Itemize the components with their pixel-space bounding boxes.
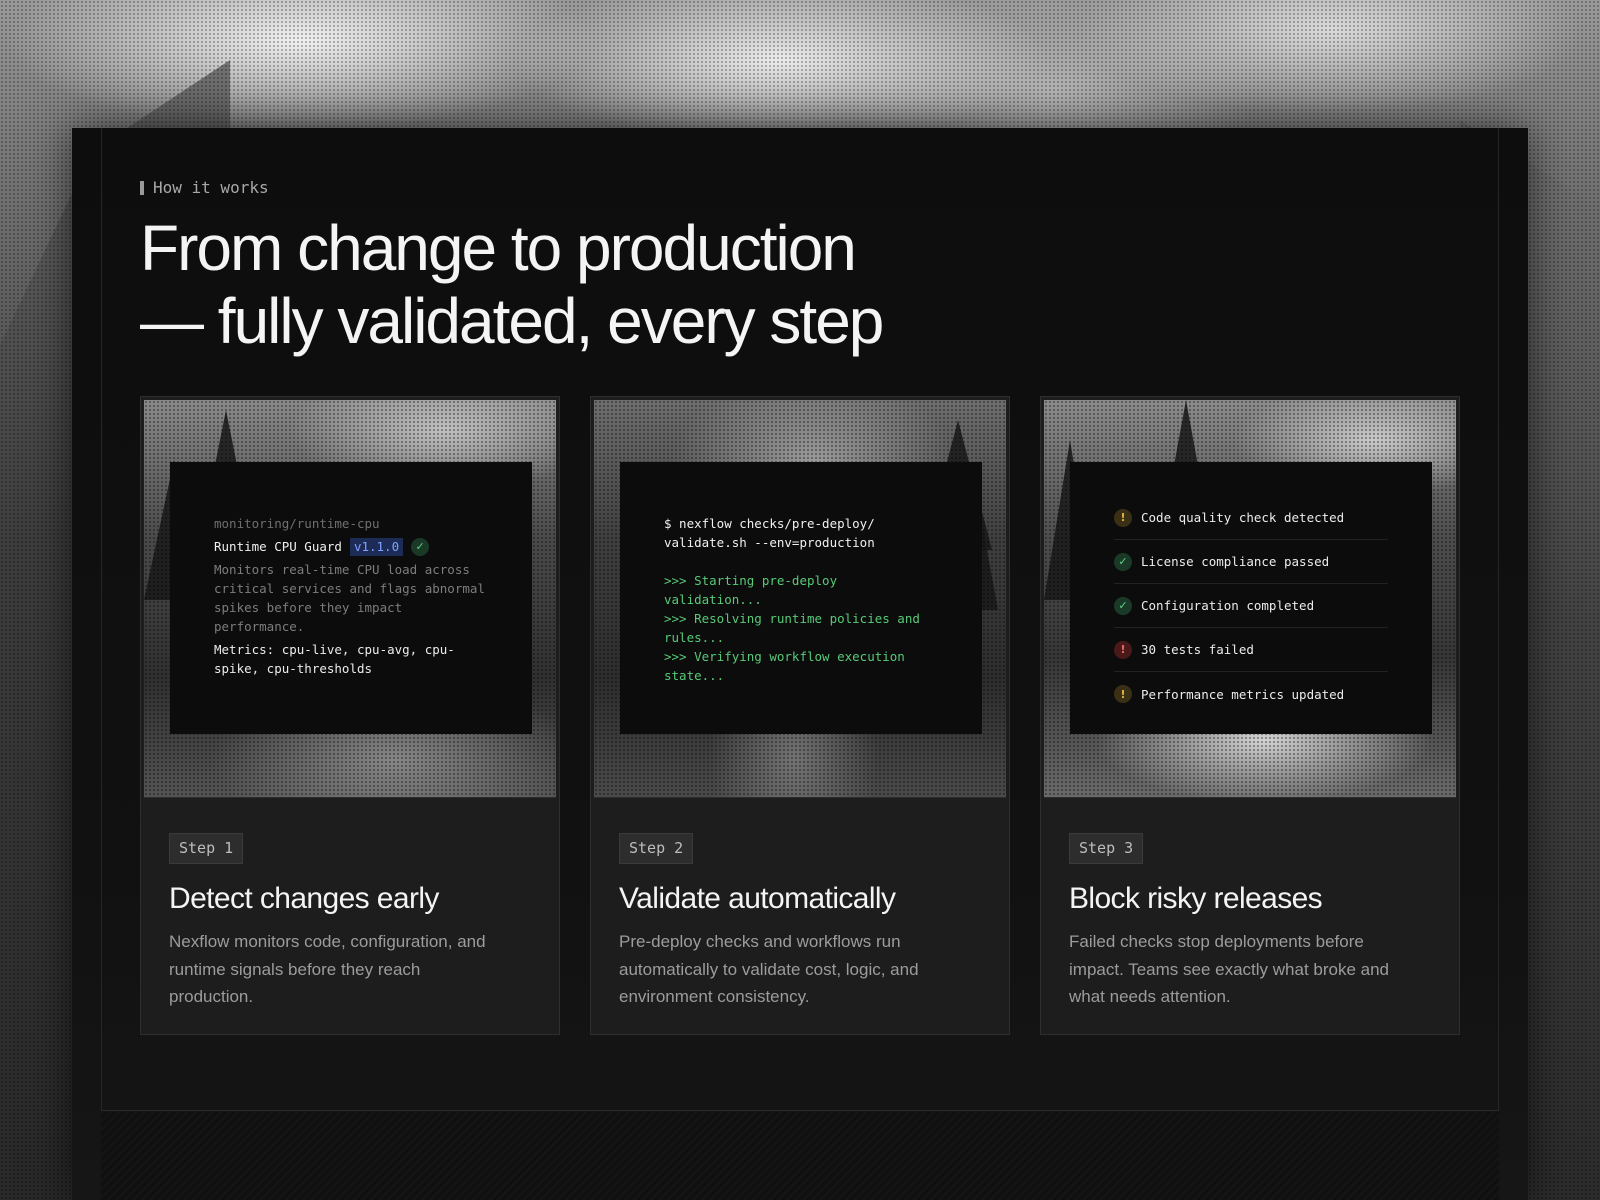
check-icon: ✓ — [1114, 596, 1132, 615]
monitor-description: Monitors real-time CPU load across criti… — [214, 562, 485, 634]
step-card-2: $ nexflow checks/pre-deploy/ validate.sh… — [590, 396, 1010, 1035]
terminal-window-1: monitoring/runtime-cpu Runtime CPU Guard… — [170, 462, 532, 734]
checks-panel: ! Code quality check detected ✓ License … — [1070, 462, 1432, 734]
monitor-metrics: Metrics: cpu-live, cpu-avg, cpu-spike, c… — [214, 642, 455, 676]
error-icon: ! — [1114, 640, 1132, 659]
check-row: ! Code quality check detected — [1114, 496, 1388, 540]
terminal-command: $ nexflow checks/pre-deploy/ validate.sh… — [664, 516, 875, 550]
monitor-name: Runtime CPU Guard — [214, 539, 342, 554]
section-eyebrow: How it works — [140, 178, 269, 197]
check-label: 30 tests failed — [1141, 642, 1254, 657]
check-label: Performance metrics updated — [1141, 686, 1345, 702]
check-icon: ✓ — [1114, 552, 1132, 571]
card-description: Failed checks stop deployments before im… — [1069, 932, 1390, 1006]
check-row: ✓ Configuration completed — [1114, 584, 1388, 628]
card-body-3: Step 3 Block risky releases Failed check… — [1069, 833, 1431, 1011]
section-headline: From change to production — fully valida… — [140, 212, 1040, 358]
terminal-output-line: >>> Verifying workflow execution state..… — [664, 649, 905, 683]
version-badge: v1.1.0 — [349, 537, 404, 556]
warning-icon: ! — [1114, 685, 1132, 703]
card-body-1: Step 1 Detect changes early Nexflow moni… — [169, 833, 531, 1011]
check-icon: ✓ — [411, 537, 430, 556]
headline-line-1: From change to production — [140, 212, 857, 284]
card-description: Nexflow monitors code, configuration, an… — [169, 932, 486, 1006]
check-row: ! Performance metrics updated — [1114, 672, 1388, 716]
card-media-3: ! Code quality check detected ✓ License … — [1044, 400, 1456, 798]
eyebrow-bar-icon — [140, 180, 144, 195]
eyebrow-label: How it works — [153, 178, 269, 197]
card-description: Pre-deploy checks and workflows run auto… — [619, 932, 919, 1006]
check-label: Configuration completed — [1141, 598, 1315, 613]
check-label: License compliance passed — [1141, 554, 1330, 569]
card-title: Validate automatically — [619, 882, 896, 915]
terminal-path: monitoring/runtime-cpu — [214, 516, 380, 531]
step-card-3: ! Code quality check detected ✓ License … — [1040, 396, 1460, 1035]
terminal-output-line: >>> Resolving runtime policies and rules… — [664, 611, 920, 645]
monitor-title-line: Runtime CPU Guard v1.1.0 ✓ — [214, 537, 492, 556]
step-badge: Step 3 — [1069, 833, 1144, 864]
terminal-window-2: $ nexflow checks/pre-deploy/ validate.sh… — [620, 462, 982, 734]
headline-line-2: — fully validated, every step — [140, 285, 884, 357]
terminal-output-line: >>> Starting pre-deploy validation... — [664, 573, 838, 607]
check-label: Code quality check detected — [1141, 510, 1345, 525]
card-title: Block risky releases — [1069, 882, 1323, 915]
step-badge: Step 1 — [169, 833, 244, 864]
card-media-1: monitoring/runtime-cpu Runtime CPU Guard… — [144, 400, 556, 798]
warning-icon: ! — [1114, 508, 1132, 527]
panel-hatch-pattern — [101, 1112, 1499, 1200]
card-media-2: $ nexflow checks/pre-deploy/ validate.sh… — [594, 400, 1006, 798]
check-row: ✓ License compliance passed — [1114, 540, 1388, 584]
card-title: Detect changes early — [169, 882, 439, 915]
check-row: ! 30 tests failed — [1114, 628, 1388, 672]
card-body-2: Step 2 Validate automatically Pre-deploy… — [619, 833, 981, 1011]
step-badge: Step 2 — [619, 833, 694, 864]
step-card-1: monitoring/runtime-cpu Runtime CPU Guard… — [140, 396, 560, 1035]
